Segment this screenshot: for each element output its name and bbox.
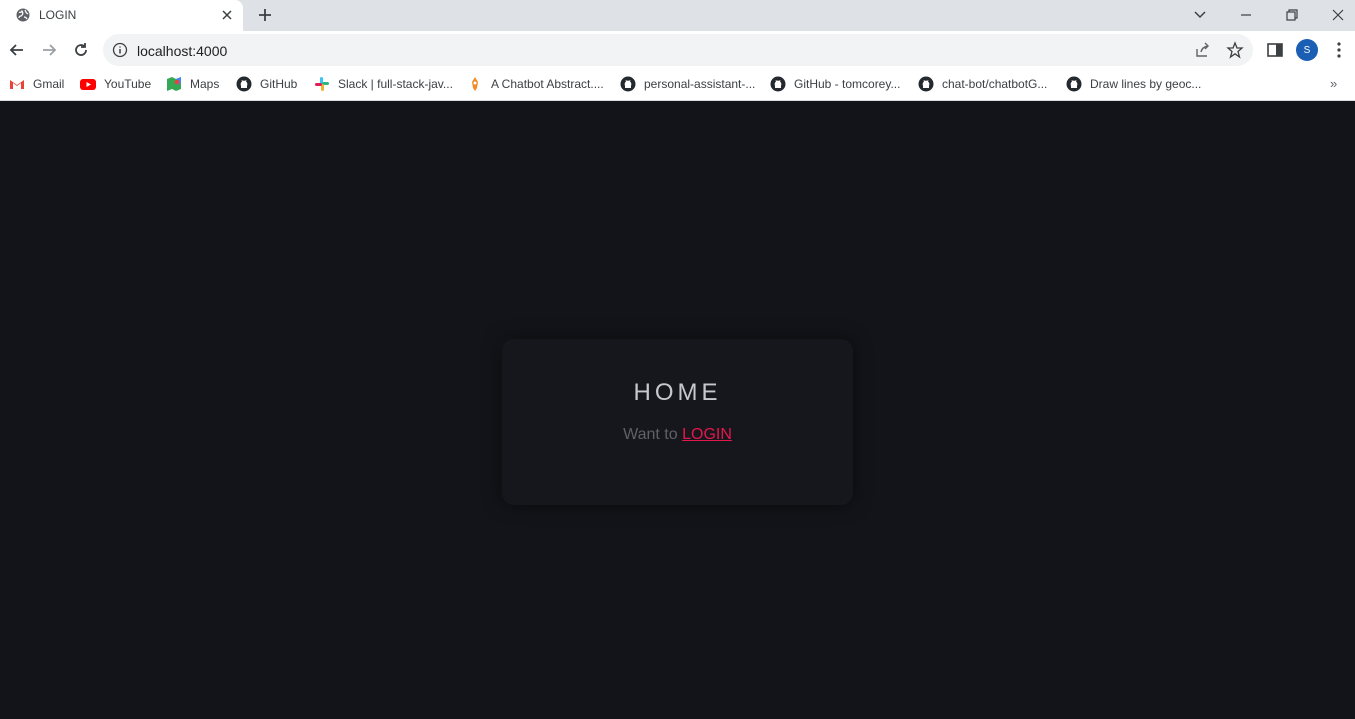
bookmark-star-icon[interactable] — [1226, 41, 1244, 59]
github-icon — [770, 76, 786, 92]
forward-icon[interactable] — [39, 40, 59, 60]
tab-strip: LOGIN — [0, 0, 1355, 31]
bookmark-label: chat-bot/chatbotG... — [942, 77, 1048, 91]
more-bookmarks-icon[interactable]: » — [1330, 76, 1337, 91]
maps-icon — [167, 77, 181, 91]
close-tab-icon[interactable] — [219, 7, 235, 23]
bookmark-label: A Chatbot Abstract.... — [491, 77, 604, 91]
bookmark-github[interactable]: GitHub — [236, 74, 297, 94]
bookmark-label: Slack | full-stack-jav... — [338, 77, 453, 91]
home-card: HOME Want to LOGIN — [502, 339, 853, 505]
github-icon — [918, 76, 934, 92]
bookmark-chat-bot[interactable]: chat-bot/chatbotG... — [918, 74, 1047, 94]
bookmark-chatbot[interactable]: A Chatbot Abstract.... — [467, 74, 604, 94]
bookmark-label: YouTube — [104, 77, 152, 91]
tab-search-icon[interactable] — [1190, 5, 1210, 25]
bookmark-label: GitHub - tomcorey... — [794, 77, 901, 91]
site-info-icon[interactable] — [112, 42, 128, 58]
address-bar[interactable]: localhost:4000 — [103, 34, 1253, 66]
minimize-icon[interactable] — [1236, 5, 1256, 25]
github-icon — [620, 76, 636, 92]
bookmark-label: Maps — [190, 77, 220, 91]
profile-avatar[interactable]: S — [1296, 39, 1318, 61]
back-icon[interactable] — [7, 40, 27, 60]
browser-toolbar: localhost:4000 S — [0, 31, 1355, 69]
prompt-text: Want to — [623, 426, 683, 443]
login-link[interactable]: LOGIN — [682, 426, 732, 443]
slack-icon — [315, 77, 329, 91]
bookmark-youtube[interactable]: YouTube — [80, 74, 151, 94]
reload-icon[interactable] — [71, 40, 91, 60]
bookmark-label: Gmail — [33, 77, 65, 91]
menu-kebab-icon[interactable] — [1329, 40, 1349, 60]
globe-icon — [16, 8, 30, 22]
page-content: HOME Want to LOGIN — [0, 101, 1355, 719]
bookmark-label: GitHub — [260, 77, 298, 91]
github-icon — [236, 76, 252, 92]
bookmark-gmail[interactable]: Gmail — [9, 74, 64, 94]
bookmark-label: Draw lines by geoc... — [1090, 77, 1202, 91]
chatbot-icon — [472, 77, 478, 91]
bookmark-slack[interactable]: Slack | full-stack-jav... — [314, 74, 453, 94]
side-panel-icon[interactable] — [1265, 40, 1285, 60]
new-tab-button[interactable] — [256, 6, 274, 24]
youtube-icon — [80, 79, 96, 90]
share-icon[interactable] — [1194, 41, 1212, 59]
login-prompt: Want to LOGIN — [502, 426, 853, 444]
bookmark-personal-assistant[interactable]: personal-assistant-... — [620, 74, 755, 94]
bookmark-label: personal-assistant-... — [644, 77, 756, 91]
restore-icon[interactable] — [1282, 5, 1302, 25]
close-window-icon[interactable] — [1328, 5, 1348, 25]
bookmarks-bar: Gmail YouTube Maps GitHub Slack | full-s… — [0, 69, 1355, 101]
gmail-icon — [10, 80, 24, 89]
browser-tab[interactable]: LOGIN — [0, 0, 243, 31]
url-text: localhost:4000 — [137, 43, 228, 59]
tab-title: LOGIN — [39, 8, 77, 22]
page-title: HOME — [633, 379, 722, 406]
bookmark-github-tomcorey[interactable]: GitHub - tomcorey... — [770, 74, 900, 94]
github-icon — [1066, 76, 1082, 92]
bookmark-maps[interactable]: Maps — [166, 74, 219, 94]
bookmark-draw-lines[interactable]: Draw lines by geoc... — [1066, 74, 1201, 94]
